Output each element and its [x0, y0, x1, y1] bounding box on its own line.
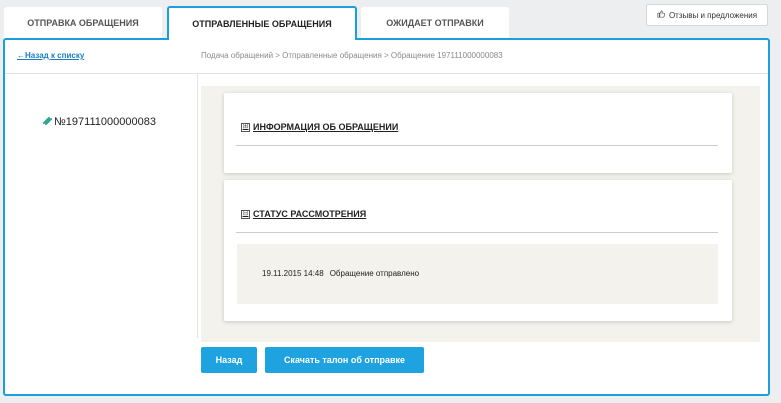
back-button[interactable]: Назад — [201, 347, 257, 373]
feedback-button[interactable]: Отзывы и предложения — [646, 4, 768, 26]
header-divider — [5, 73, 768, 74]
status-section-title: СТАТУС РАССМОТРЕНИЯ — [253, 209, 367, 219]
tab-sent-appeals[interactable]: Отправленные обращения — [167, 6, 357, 40]
status-entry: 19.11.2015 14:48 Обращение отправлено — [262, 269, 419, 278]
status-card: ⊟ СТАТУС РАССМОТРЕНИЯ 19.11.2015 14:48 Об… — [224, 180, 732, 321]
status-datetime: 19.11.2015 14:48 — [262, 269, 324, 278]
info-section-toggle[interactable]: ⊞ ИНФОРМАЦИЯ ОБ ОБРАЩЕНИИ — [241, 122, 398, 132]
status-list: 19.11.2015 14:48 Обращение отправлено — [237, 244, 718, 304]
sidebar-divider — [197, 74, 198, 338]
expand-icon: ⊞ — [241, 122, 250, 132]
tab-awaiting-send[interactable]: Ожидает отправки — [361, 7, 509, 38]
appeal-content: ⊞ ИНФОРМАЦИЯ ОБ ОБРАЩЕНИИ ⊟ СТАТУС РАССМ… — [201, 86, 760, 342]
paperclip-icon — [42, 115, 52, 128]
breadcrumb: Подача обращений > Отправленные обращени… — [201, 51, 503, 60]
info-divider — [236, 145, 718, 146]
info-card: ⊞ ИНФОРМАЦИЯ ОБ ОБРАЩЕНИИ — [224, 93, 732, 173]
download-ticket-button[interactable]: Скачать талон об отправке — [265, 347, 424, 373]
main-panel: ←Назад к списку Подача обращений > Отпра… — [3, 38, 770, 396]
info-section-title: ИНФОРМАЦИЯ ОБ ОБРАЩЕНИИ — [253, 122, 399, 132]
tab-send-appeal[interactable]: Отправка обращения — [4, 7, 162, 38]
arrow-left-icon: ← — [17, 51, 25, 60]
status-text: Обращение отправлено — [329, 269, 420, 278]
feedback-label: Отзывы и предложения — [668, 10, 758, 20]
status-divider — [236, 232, 718, 233]
thumbs-up-icon — [657, 10, 665, 20]
back-to-list-link[interactable]: ←Назад к списку — [17, 51, 84, 60]
back-link-label: Назад к списку — [25, 51, 85, 60]
appeal-number: №197111000000083 — [42, 115, 156, 128]
status-section-toggle[interactable]: ⊟ СТАТУС РАССМОТРЕНИЯ — [241, 209, 366, 219]
collapse-icon: ⊟ — [241, 209, 250, 219]
appeal-number-label: №197111000000083 — [54, 115, 156, 128]
